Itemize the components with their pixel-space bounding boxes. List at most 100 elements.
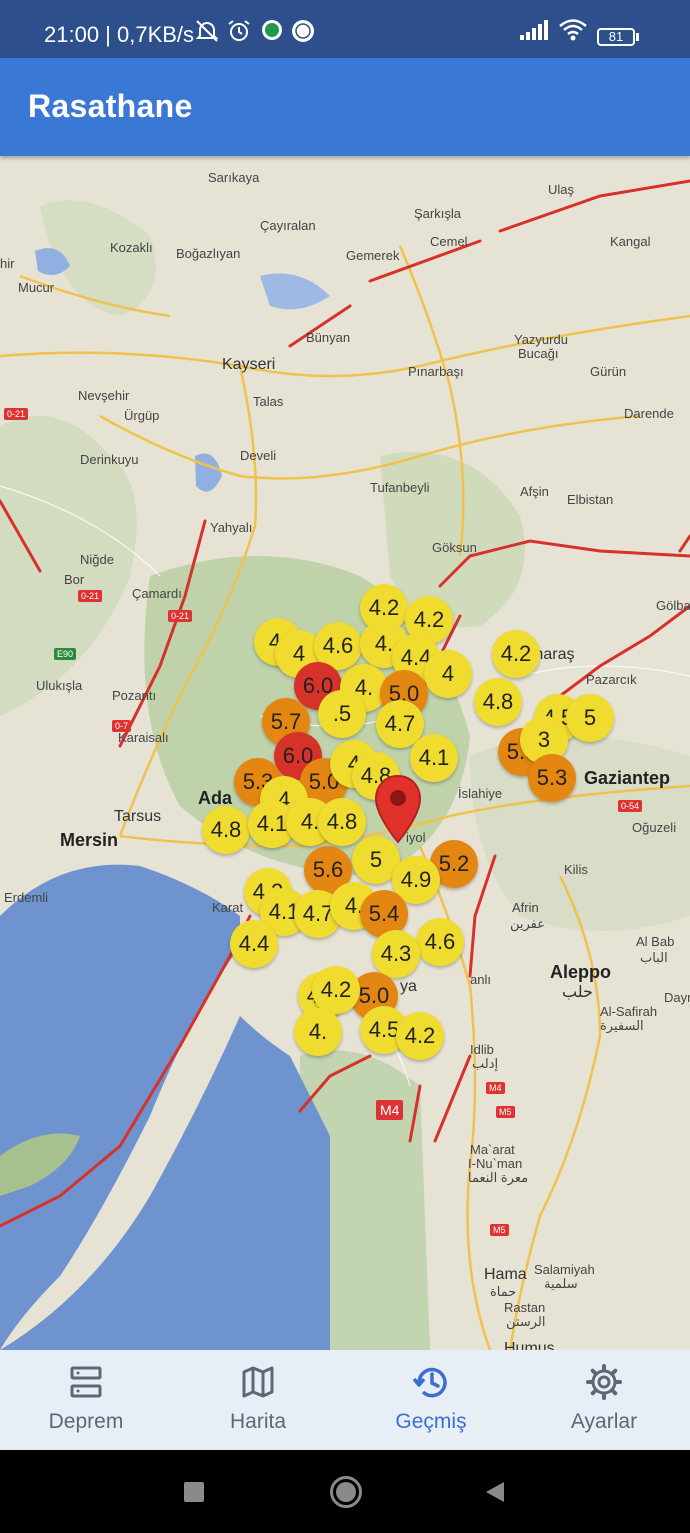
earthquake-magnitude: 4 [292,641,306,666]
place-label: Bünyan [306,330,351,345]
earthquake-marker[interactable]: 4.2 [492,630,540,678]
earthquake-marker[interactable]: 4 [424,650,472,698]
place-label: Idlib [470,1042,494,1057]
earthquake-magnitude: 4.6 [424,929,456,954]
place-label: Hama [484,1266,527,1283]
alarm-icon [228,20,250,41]
earthquake-magnitude: 5.3 [536,765,568,790]
place-label: İslahiye [458,786,503,801]
app-logo-icon [292,20,314,42]
earthquake-marker[interactable]: .5 [318,690,366,738]
place-label: Talas [253,394,284,409]
place-label: Yahyalı [210,520,253,535]
earthquake-marker[interactable]: 4.2 [396,1012,444,1060]
history-icon [413,1367,447,1398]
earthquake-magnitude: 4.8 [326,809,358,834]
place-label: Al-Safirah [600,1004,658,1019]
place-label: Ulukışla [36,678,83,693]
road-sign: 0-21 [168,610,193,622]
place-label: Bucağı [518,346,559,361]
place-label: Afşin [520,484,549,499]
place-label: Yazyurdu [514,332,568,347]
earthquake-magnitude: 5 [369,847,383,872]
place-label: I-Nu`man [468,1156,523,1171]
place-label: إدلب [472,1056,499,1071]
place-label: Dayr [664,990,690,1005]
list-icon [70,1366,102,1398]
place-label: Bor [64,572,85,587]
earthquake-magnitude: 5.2 [438,851,470,876]
earthquake-magnitude: 4.5 [368,1017,400,1042]
earthquake-marker[interactable]: 5 [566,694,614,742]
location-pin-icon[interactable] [374,774,422,846]
battery-icon: 81 [597,28,635,46]
place-label: الرستن [506,1314,546,1329]
earthquake-marker[interactable]: 4.3 [372,930,420,978]
earthquake-magnitude: 4. [374,631,394,656]
earthquake-marker[interactable]: 4.2 [312,966,360,1014]
place-label: Darende [624,406,674,421]
place-label: Al Bab [636,934,675,949]
earthquake-magnitude: 4.2 [500,641,532,666]
earthquake-marker[interactable]: 4.6 [416,918,464,966]
earthquake-magnitude: 4.7 [384,711,416,736]
battery-level: 81 [608,29,624,44]
map-view[interactable]: Sarıkaya Ulaş Şarkışla Çayıralan Kozaklı… [0,156,690,1350]
place-label-city: Mersin [60,830,119,850]
place-label: حلب [562,984,593,1001]
road-sign: M5 [490,1224,509,1236]
earthquake-magnitude: 4.1 [418,745,450,770]
nav-item-gecmis[interactable]: Geçmiş [345,1350,517,1450]
road-sign: M5 [496,1106,515,1118]
earthquake-magnitude: 4.8 [482,689,514,714]
earthquake-marker[interactable]: 5.3 [528,754,576,802]
place-label: الباب [640,950,668,965]
earthquake-magnitude: 4. [308,1019,328,1044]
place-label: Kozaklı [110,240,153,255]
earthquake-magnitude: 5.4 [368,901,400,926]
earthquake-magnitude: 4.2 [404,1023,436,1048]
earthquake-magnitude: 4. [300,809,320,834]
status-time: 21:00 | 0,7KB/s [44,22,195,47]
place-label: Mucur [18,280,55,295]
earthquake-magnitude: 4.9 [400,867,432,892]
earthquake-magnitude: 4.3 [380,941,412,966]
place-label: Oğuzeli [632,820,677,835]
earthquake-marker[interactable]: 4.4 [230,920,278,968]
earthquake-marker[interactable]: 4.8 [318,798,366,846]
road-sign: 0-21 [78,590,103,602]
earthquake-magnitude: 4.1 [256,811,288,836]
earthquake-magnitude: 4.6 [322,633,354,658]
earthquake-magnitude: 4.7 [302,901,334,926]
earthquake-magnitude: 3 [537,727,551,752]
place-label: Karaisalı [118,730,169,745]
nav-label: Geçmiş [395,1410,467,1433]
place-label: Kangal [610,234,651,249]
place-label: سلمية [544,1276,578,1291]
home-button[interactable] [330,1476,362,1508]
recents-button[interactable] [184,1482,204,1502]
earthquake-marker[interactable]: 4.8 [202,806,250,854]
place-label: Tarsus [114,808,162,825]
place-label: Ulaş [548,182,575,197]
back-button[interactable] [484,1480,506,1504]
earthquake-marker[interactable]: 4. [294,1008,342,1056]
bottom-navigation: Deprem Harita Geçmiş Ayarlar [0,1350,690,1450]
nav-item-deprem[interactable]: Deprem [0,1350,172,1450]
nav-label: Ayarlar [570,1410,638,1433]
earthquake-magnitude: 4.8 [210,817,242,842]
place-label: معرة النعما [468,1170,529,1185]
earthquake-magnitude: 4.2 [320,977,352,1002]
nav-item-harita[interactable]: Harita [172,1350,344,1450]
place-label: Boğazlıyan [176,246,241,261]
place-label: Cemel [430,234,468,249]
place-label: Salamiyah [534,1262,595,1277]
place-label-city: Gaziantep [584,768,671,788]
earthquake-magnitude: 5 [583,705,597,730]
earthquake-marker[interactable]: 4.8 [474,678,522,726]
shield-app-icon [262,20,282,40]
nav-label: Deprem [48,1410,124,1433]
wifi-icon [559,19,587,41]
nav-item-ayarlar[interactable]: Ayarlar [518,1350,690,1450]
place-label: Pınarbaşı [408,364,464,379]
